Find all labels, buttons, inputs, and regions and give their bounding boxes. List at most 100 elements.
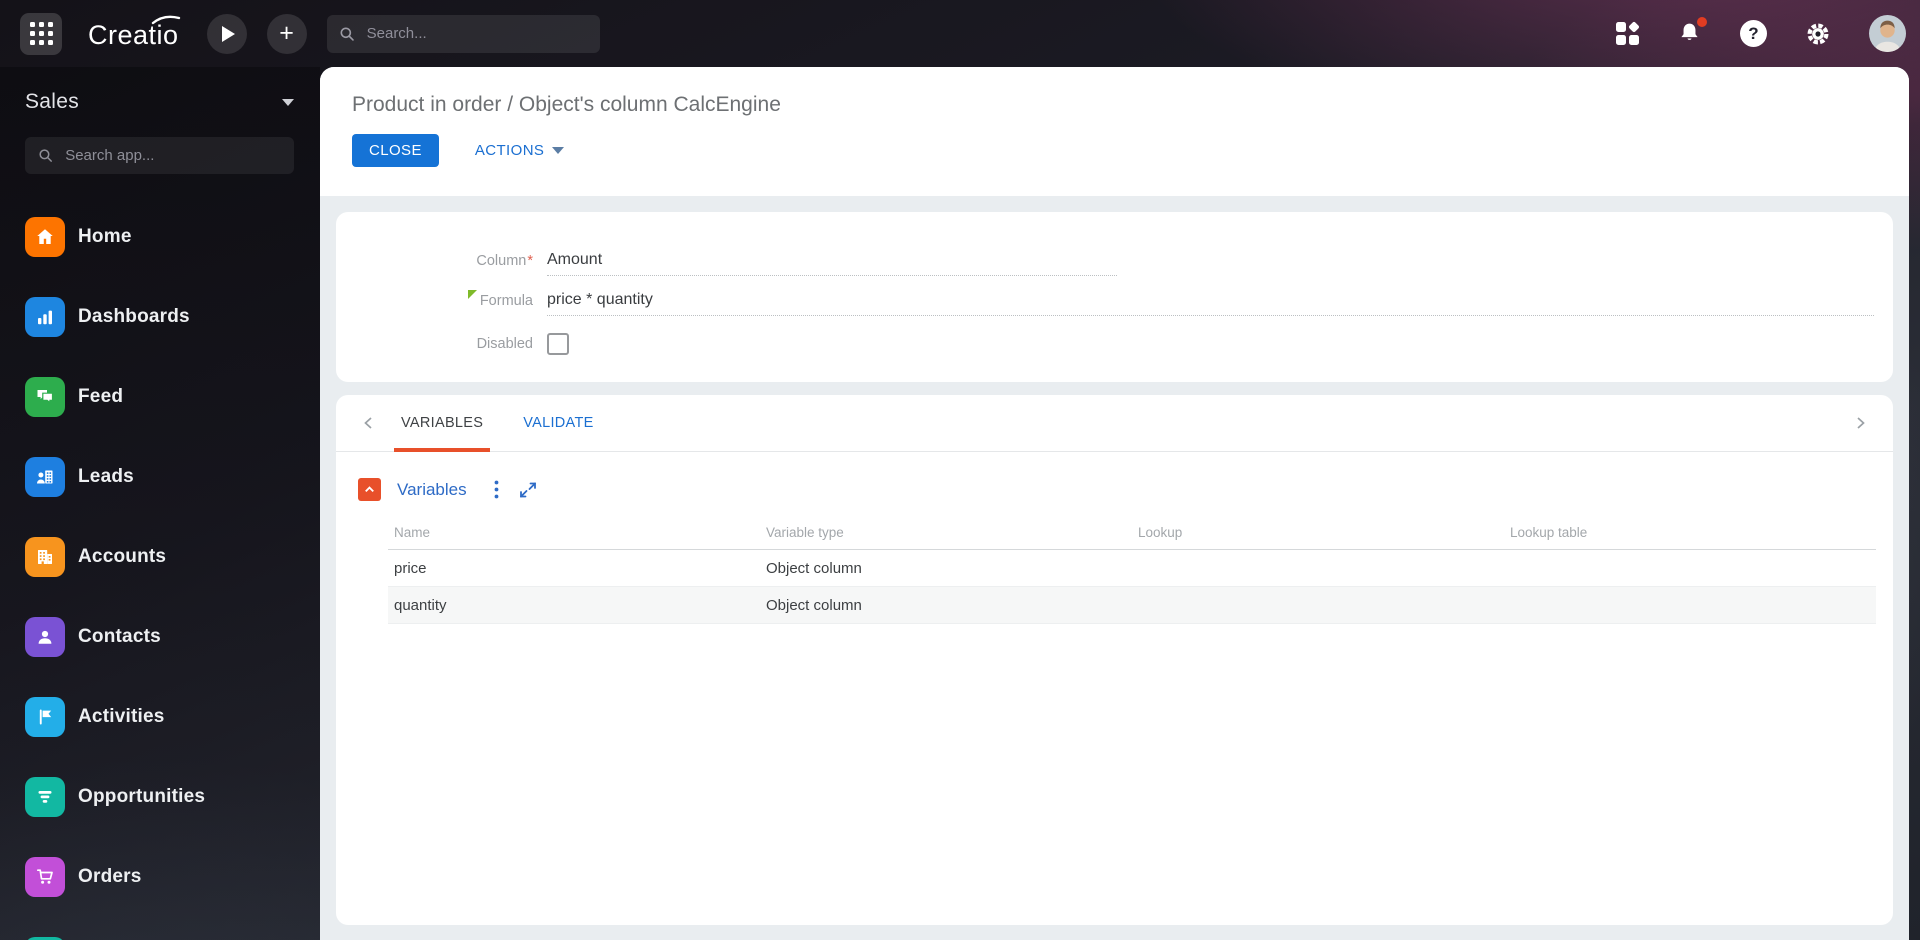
- active-tab-underline: [394, 447, 491, 452]
- sidebar-item-activities[interactable]: Activities: [25, 697, 294, 737]
- avatar-photo: [1869, 15, 1906, 52]
- cell-name: price: [394, 559, 427, 577]
- sidebar-item-opportunities[interactable]: Opportunities: [25, 777, 294, 817]
- cell-name: quantity: [394, 596, 447, 614]
- workspace-selector[interactable]: Sales: [25, 90, 294, 114]
- tabs-scroll-right-button[interactable]: [1851, 414, 1869, 432]
- play-icon: [221, 25, 235, 42]
- cell-variable-type: Object column: [766, 559, 862, 577]
- tabs-scroll-left-button[interactable]: [360, 414, 378, 432]
- formula-field-value[interactable]: price * quantity: [547, 291, 1874, 316]
- tab-validate[interactable]: VALIDATE: [516, 395, 600, 452]
- cell-lookup-table: [1504, 587, 1876, 624]
- column-header-variable-type[interactable]: Variable type: [760, 525, 1132, 550]
- settings-button[interactable]: [1804, 20, 1832, 48]
- chevron-down-icon: [552, 147, 565, 154]
- column-header-lookup-table[interactable]: Lookup table: [1504, 525, 1876, 550]
- cell-lookup-table: [1504, 550, 1876, 587]
- form-row-column: Column* Amount: [336, 236, 1893, 276]
- sidebar-item-orders[interactable]: Orders: [25, 857, 294, 897]
- building-icon: [25, 537, 65, 577]
- feed-bubbles-icon: [25, 377, 65, 417]
- cell-variable-type: Object column: [766, 596, 862, 614]
- user-avatar[interactable]: [1869, 15, 1906, 52]
- variables-table: Name Variable type Lookup Lookup table p…: [388, 525, 1876, 624]
- column-field-value[interactable]: Amount: [547, 251, 1117, 276]
- global-search[interactable]: [326, 14, 600, 53]
- form-row-formula: Formula price * quantity: [336, 276, 1893, 316]
- plus-icon: +: [279, 19, 294, 47]
- sidebar-item-home[interactable]: Home: [25, 217, 294, 257]
- cell-lookup: [1132, 550, 1504, 587]
- variables-section-title[interactable]: Variables: [397, 480, 467, 500]
- disabled-field-label: Disabled: [476, 336, 533, 352]
- cards-area: Column* Amount Formula price * quantity …: [320, 196, 1909, 925]
- kebab-menu-icon: [494, 480, 499, 499]
- table-row[interactable]: quantity Object column: [388, 586, 1876, 624]
- disabled-checkbox[interactable]: [547, 333, 569, 355]
- sidebar-nav: Home Dashboards Feed Leads Accounts Cont…: [25, 217, 294, 940]
- expand-section-button[interactable]: [518, 480, 538, 500]
- sidebar: Sales Home Dashboards: [0, 67, 320, 940]
- topbar-right-icons: ?: [1616, 15, 1906, 52]
- sidebar-item-dashboards[interactable]: Dashboards: [25, 297, 294, 337]
- logo-swoosh-icon: [151, 15, 180, 25]
- tab-strip: VARIABLES VALIDATE: [336, 395, 1893, 452]
- global-search-input[interactable]: [364, 24, 588, 43]
- column-header-lookup[interactable]: Lookup: [1132, 525, 1504, 550]
- app-menu-button[interactable]: [20, 12, 62, 55]
- actions-menu-button[interactable]: ACTIONS: [475, 142, 565, 159]
- variables-table-header-row: Name Variable type Lookup Lookup table: [388, 525, 1876, 550]
- apps-marketplace-icon: [1616, 21, 1640, 45]
- help-button[interactable]: ?: [1740, 20, 1767, 47]
- notifications-button[interactable]: [1676, 17, 1707, 47]
- required-asterisk: *: [527, 253, 533, 269]
- column-field-label: Column*: [476, 253, 533, 269]
- sidebar-item-feed[interactable]: Feed: [25, 377, 294, 417]
- collapse-section-button[interactable]: [358, 478, 381, 501]
- run-process-button[interactable]: [206, 13, 247, 54]
- gear-icon: [1807, 23, 1829, 44]
- help-icon: ?: [1740, 20, 1767, 47]
- chevron-right-icon: [1857, 417, 1865, 429]
- page-title: Product in order / Object's column CalcE…: [352, 93, 781, 116]
- sidebar-item-accounts[interactable]: Accounts: [25, 537, 294, 577]
- page-actions-row: CLOSE ACTIONS: [352, 134, 1877, 167]
- funnel-icon: [25, 777, 65, 817]
- variables-section-header: Variables: [358, 478, 1893, 501]
- chevron-left-icon: [364, 417, 372, 429]
- formula-field-label: Formula: [336, 290, 533, 316]
- app-search[interactable]: [25, 137, 294, 174]
- calc-engine-form: Column* Amount Formula price * quantity …: [336, 212, 1893, 382]
- column-header-name[interactable]: Name: [388, 525, 760, 550]
- cell-lookup: [1132, 587, 1504, 624]
- close-button[interactable]: CLOSE: [352, 134, 439, 167]
- marketplace-apps-button[interactable]: [1616, 21, 1640, 45]
- modified-marker-icon: [467, 290, 477, 299]
- details-card: VARIABLES VALIDATE Variables Name Variab…: [336, 395, 1893, 925]
- workspace-name: Sales: [25, 90, 80, 113]
- leads-icon: [25, 457, 65, 497]
- creatio-logo: Creatio: [88, 15, 180, 49]
- table-row[interactable]: price Object column: [388, 550, 1876, 587]
- person-icon: [25, 617, 65, 657]
- flag-icon: [25, 697, 65, 737]
- topbar: Creatio + ?: [0, 0, 1920, 67]
- chevron-up-icon: [365, 486, 374, 493]
- sidebar-item-contacts[interactable]: Contacts: [25, 617, 294, 657]
- cart-icon: [25, 857, 65, 897]
- tab-variables[interactable]: VARIABLES: [394, 395, 491, 452]
- form-row-disabled: Disabled: [336, 316, 1893, 362]
- expand-arrows-icon: [519, 482, 536, 497]
- notification-badge-dot: [1697, 17, 1707, 27]
- quick-add-button[interactable]: +: [266, 13, 307, 54]
- section-menu-button[interactable]: [494, 480, 499, 499]
- app-search-input[interactable]: [63, 146, 281, 165]
- home-icon: [25, 217, 65, 257]
- chevron-down-icon: [282, 98, 294, 106]
- sidebar-item-leads[interactable]: Leads: [25, 457, 294, 497]
- main-panel: Product in order / Object's column CalcE…: [320, 67, 1909, 940]
- app-grid-icon: [29, 22, 53, 45]
- bar-chart-icon: [25, 297, 65, 337]
- page-header: Product in order / Object's column CalcE…: [320, 67, 1909, 196]
